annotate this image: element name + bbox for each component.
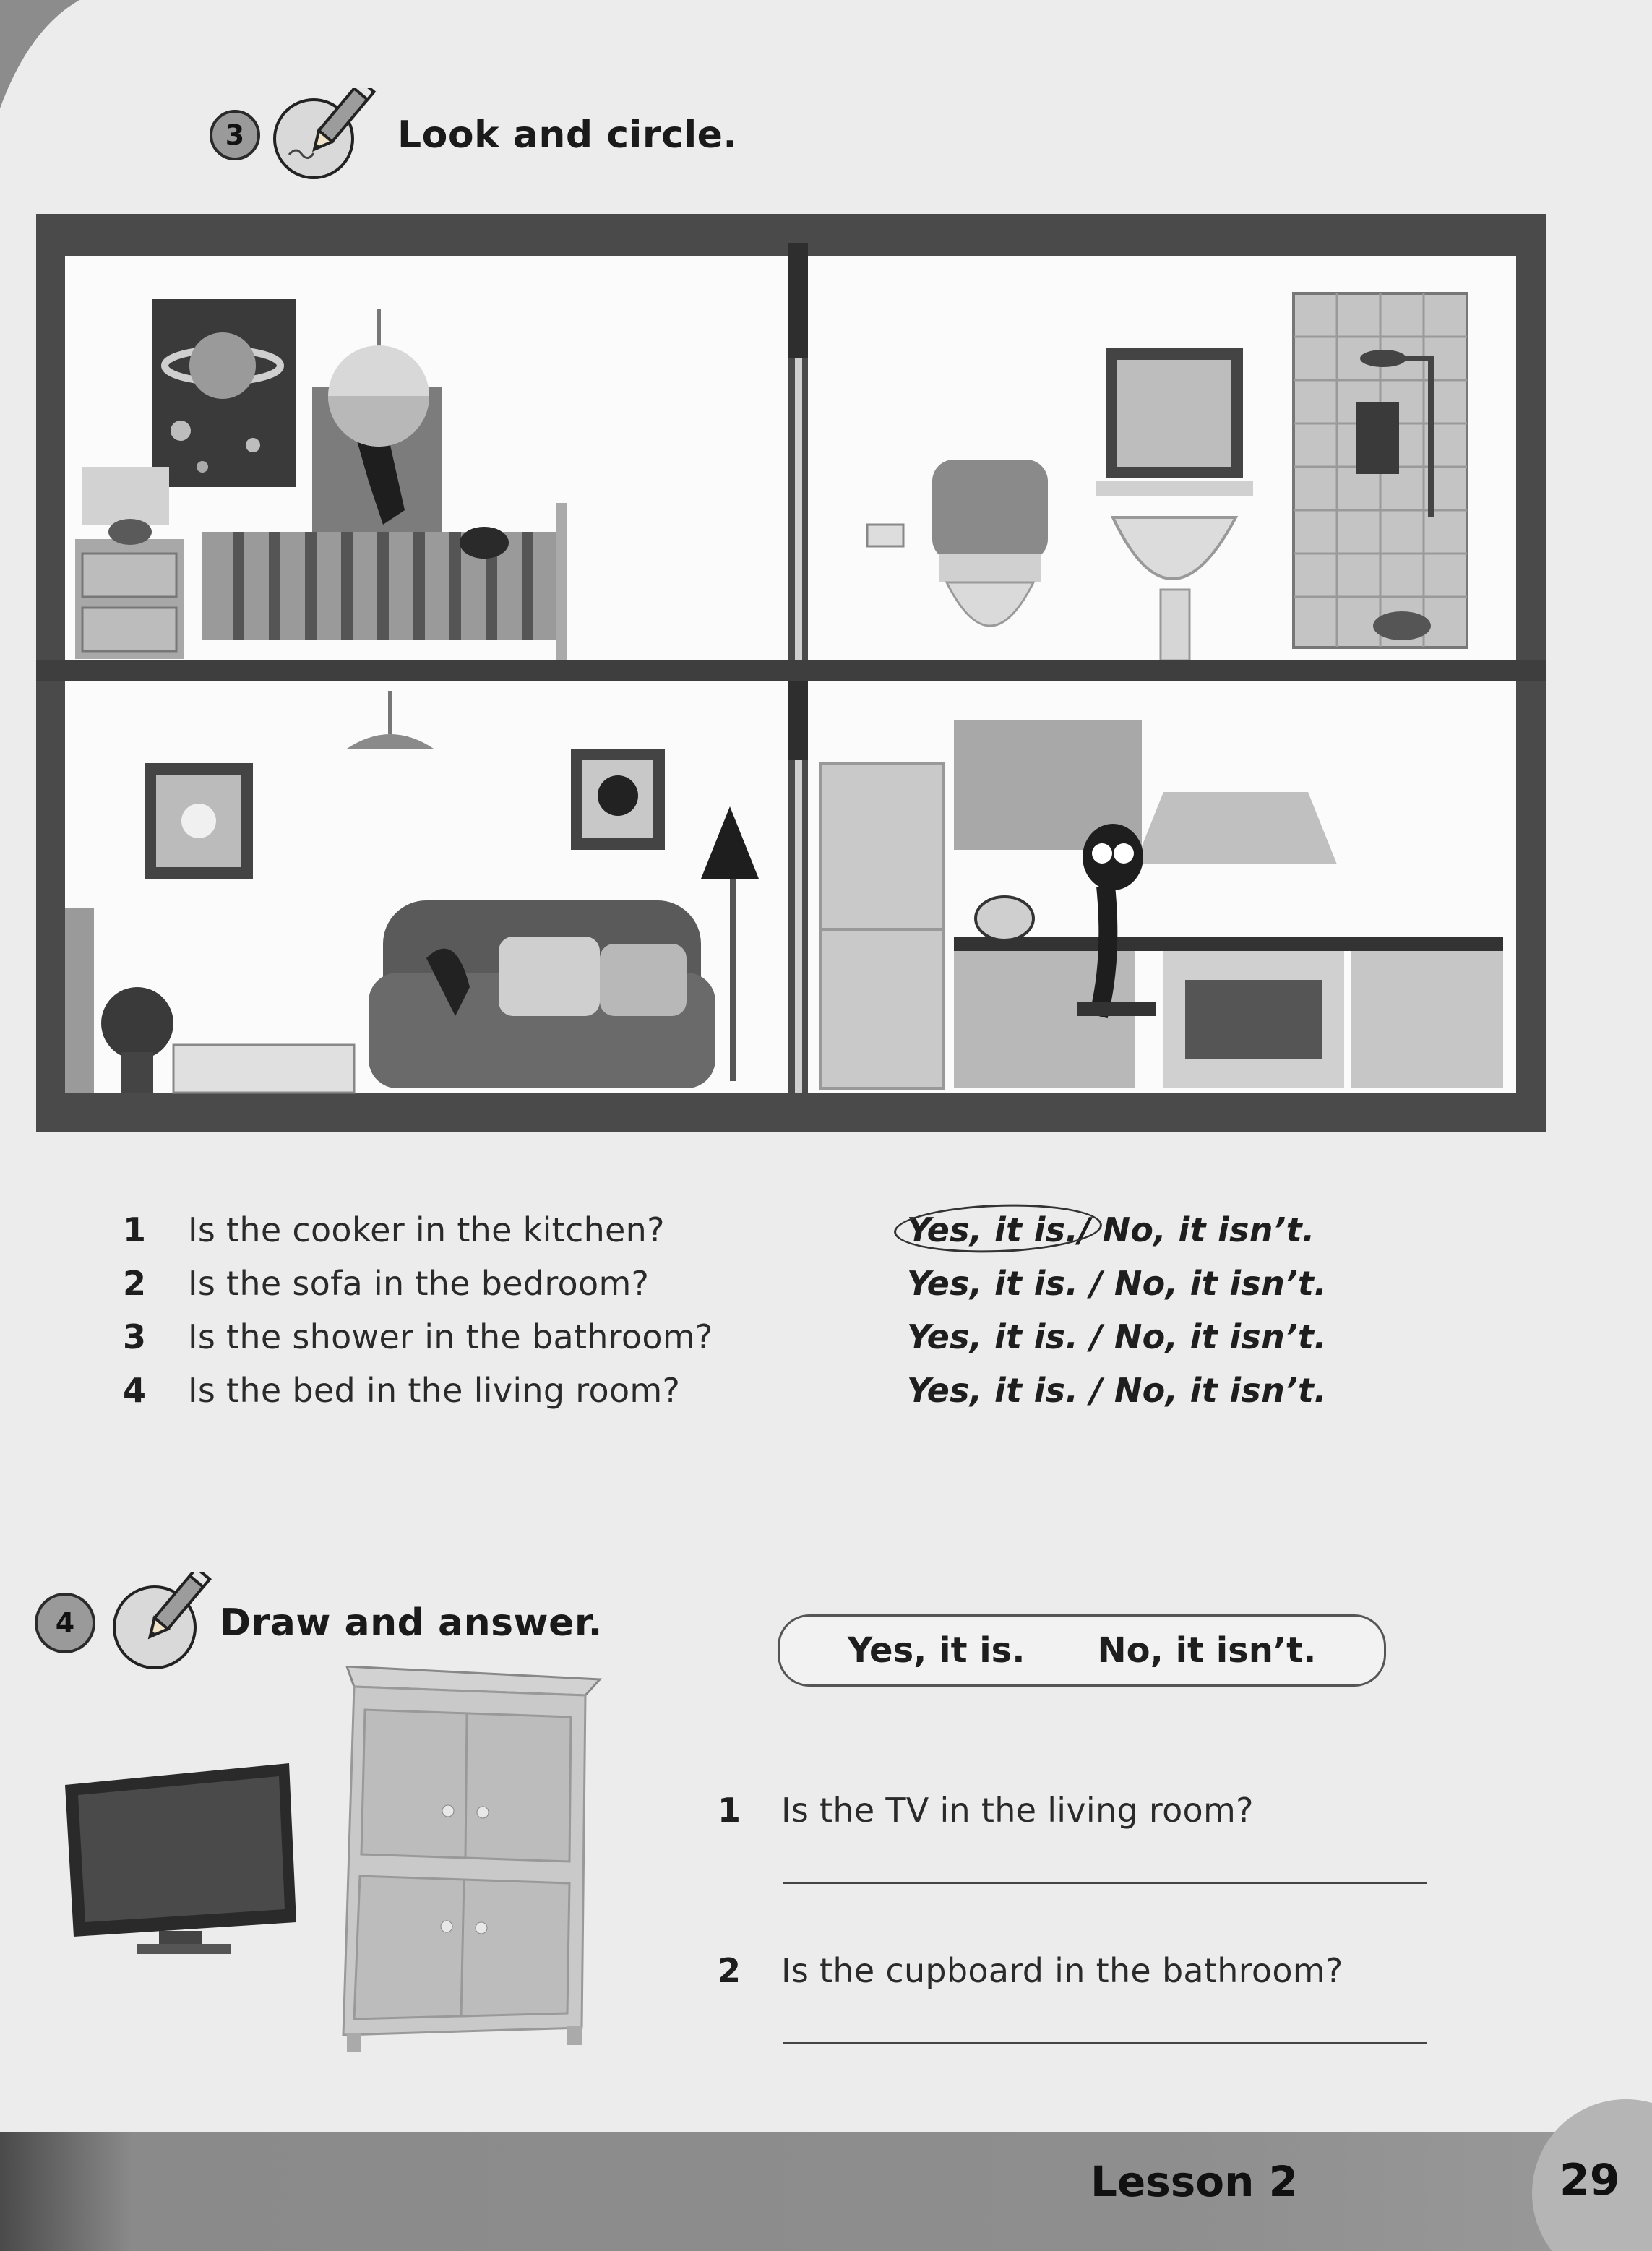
answer-choices[interactable]: Yes, it is. / No, it isn’t. (907, 1371, 1327, 1410)
exercise-3-questions: 1 Is the cooker in the kitchen? Yes, it … (123, 1200, 1395, 1417)
house-illustration (36, 214, 1546, 1132)
question-text: Is the cooker in the kitchen? (188, 1210, 665, 1249)
tv-illustration (65, 1763, 296, 1954)
answer-no[interactable]: No, it isn’t. (1103, 1210, 1315, 1249)
exercise-title: Look and circle. (397, 113, 738, 157)
answer-option-no: No, it isn’t. (1097, 1630, 1317, 1671)
question-number: 1 (123, 1210, 147, 1249)
bathroom-room (808, 256, 1516, 662)
question-text: Is the cupboard in the bathroom? (781, 1951, 1343, 1990)
bedroom-room (65, 256, 788, 660)
question-text: Is the TV in the living room? (781, 1791, 1254, 1830)
question-row-4: 4 Is the bed in the living room? Yes, it… (123, 1364, 1395, 1417)
question-number: 2 (123, 1264, 147, 1303)
cupboard-illustration (342, 1666, 603, 2052)
answer-options-box: Yes, it is. No, it isn’t. (778, 1614, 1386, 1687)
kitchen-room (808, 681, 1516, 1093)
exercise-title: Draw and answer. (220, 1601, 603, 1645)
question-number: 4 (123, 1371, 147, 1410)
answer-choices[interactable]: Yes, it is. / No, it isn’t. (907, 1317, 1327, 1356)
exercise-number-badge: 3 (210, 110, 260, 160)
question-number: 1 (718, 1791, 741, 1830)
exercise-3-header: 3 Look and circle. (210, 88, 738, 182)
question-number: 3 (123, 1317, 147, 1356)
answer-line-2[interactable] (783, 2042, 1427, 2044)
exercise-number-badge: 4 (35, 1593, 95, 1653)
lesson-label: Lesson 2 (1090, 2157, 1298, 2206)
page-number: 29 (1559, 2155, 1620, 2205)
question-text: Is the shower in the bathroom? (188, 1317, 713, 1356)
answer-choices: Yes, it is./ No, it isn’t. (892, 1200, 1315, 1257)
question-row-2: 2 Is the sofa in the bedroom? Yes, it is… (123, 1257, 1395, 1310)
page-footer-band (0, 2132, 1652, 2251)
pencil-icon (273, 88, 377, 179)
answer-choices[interactable]: Yes, it is. / No, it isn’t. (907, 1264, 1327, 1303)
workbook-page: 3 Look and circle. 1 Is the cooker in th… (0, 0, 1652, 2251)
question-text: Is the bed in the living room? (188, 1371, 681, 1410)
question-row-3: 3 Is the shower in the bathroom? Yes, it… (123, 1310, 1395, 1364)
question-number: 2 (718, 1951, 741, 1990)
answer-yes-circled[interactable]: Yes, it is. (892, 1200, 1104, 1257)
exercise-4-header: 4 Draw and answer. (35, 1572, 603, 1674)
pencil-icon (113, 1572, 212, 1669)
answer-line-1[interactable] (783, 1882, 1427, 1884)
answer-option-yes: Yes, it is. (847, 1630, 1025, 1671)
page-corner-decoration (0, 0, 79, 108)
question-row-1: 1 Is the cooker in the kitchen? Yes, it … (123, 1200, 1395, 1257)
living-room-room (65, 681, 788, 1094)
question-text: Is the sofa in the bedroom? (188, 1264, 650, 1303)
